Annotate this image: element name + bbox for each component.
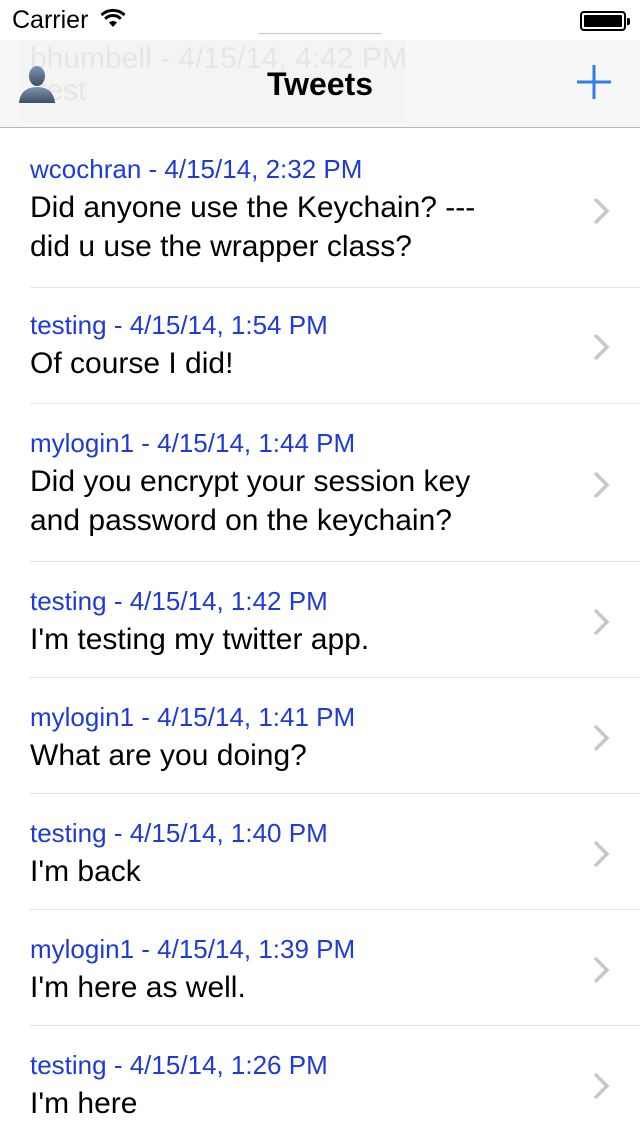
tweet-row[interactable]: testing - 4/15/14, 1:40 PM I'm back [0,794,640,910]
tweet-text: I'm back [30,852,570,891]
tweet-row[interactable]: testing - 4/15/14, 1:26 PM I'm here [0,1026,640,1136]
battery-icon [580,11,630,31]
tweet-row[interactable]: mylogin1 - 4/15/14, 1:44 PM Did you encr… [0,404,640,562]
tweet-meta: testing - 4/15/14, 1:54 PM [30,310,328,340]
tweet-meta: testing - 4/15/14, 1:40 PM [30,818,328,848]
tweet-row[interactable]: mylogin1 - 4/15/14, 1:39 PM I'm here as … [0,910,640,1026]
chevron-right-icon [593,197,610,225]
tweet-meta: testing - 4/15/14, 1:26 PM [30,1050,328,1080]
tweet-text: Of course I did! [30,344,570,383]
tweet-row[interactable]: testing - 4/15/14, 1:42 PM I'm testing m… [0,562,640,678]
tweet-line: and password on the keychain? [30,504,452,537]
chevron-right-icon [593,608,610,636]
tweet-text: Did anyone use the Keychain? --- did u u… [30,188,570,266]
plus-icon[interactable] [574,62,614,102]
tweet-text: I'm here [30,1084,570,1123]
tweet-meta: mylogin1 - 4/15/14, 1:44 PM [30,428,356,458]
status-time-area [258,10,382,34]
navigation-bar: bhumbell - 4/15/14, 4:42 PM test Tweets [0,40,640,128]
tweet-meta: mylogin1 - 4/15/14, 1:41 PM [30,702,356,732]
tweet-line: What are you doing? [30,739,307,772]
tweet-row[interactable]: wcochran - 4/15/14, 2:32 PM Did anyone u… [0,128,640,288]
tweet-row[interactable]: mylogin1 - 4/15/14, 1:41 PM What are you… [0,678,640,794]
chevron-right-icon [593,956,610,984]
chevron-right-icon [593,471,610,499]
tweet-line: Did you encrypt your session key [30,465,471,498]
tweet-text: What are you doing? [30,736,570,775]
tweet-text: Did you encrypt your session key and pas… [30,462,570,540]
tweet-text: I'm here as well. [30,968,570,1007]
tweet-line: did u use the wrapper class? [30,230,412,263]
chevron-right-icon [593,724,610,752]
tweet-line: I'm here as well. [30,971,246,1004]
tweet-line: Of course I did! [30,347,234,380]
wifi-icon [100,8,126,27]
chevron-right-icon [593,840,610,868]
status-bar: Carrier [0,0,640,40]
chevron-right-icon [593,333,610,361]
tweet-row[interactable]: testing - 4/15/14, 1:54 PM Of course I d… [0,288,640,404]
tweet-meta: testing - 4/15/14, 1:42 PM [30,586,328,616]
tweet-line: I'm here [30,1087,138,1120]
tweet-line: Did anyone use the Keychain? --- [30,191,476,224]
tweet-meta: wcochran - 4/15/14, 2:32 PM [30,154,363,184]
carrier-label: Carrier [12,6,89,34]
tweet-line: I'm back [30,855,141,888]
chevron-right-icon [593,1072,610,1100]
tweet-meta: mylogin1 - 4/15/14, 1:39 PM [30,934,356,964]
nav-title: Tweets [266,66,374,102]
tweet-line: I'm testing my twitter app. [30,623,370,656]
tweet-text: I'm testing my twitter app. [30,620,570,659]
